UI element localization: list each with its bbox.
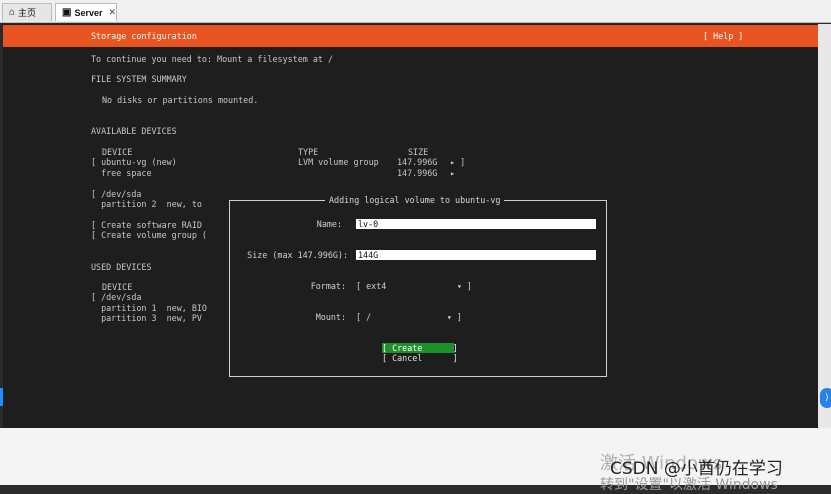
- header-bar: Storage configuration [ Help ]: [3, 25, 818, 47]
- used-column-device: DEVICE: [102, 282, 133, 292]
- name-input[interactable]: lv-0: [356, 219, 596, 229]
- header-title: Storage configuration: [91, 31, 197, 41]
- used-row-partition-3[interactable]: partition 3 new, PV: [91, 313, 202, 324]
- side-marker: [0, 388, 3, 406]
- mount-select[interactable]: [ / ▾ ]: [356, 312, 462, 323]
- help-button[interactable]: [ Help ]: [703, 31, 743, 42]
- server-icon: ▣: [62, 7, 72, 18]
- device-row-size: 147.996G: [397, 168, 438, 178]
- column-device: DEVICE: [102, 147, 133, 157]
- device-row-action[interactable]: ▸: [450, 168, 455, 179]
- name-label: Name:: [316, 219, 342, 229]
- tab-home[interactable]: ⌂ 主页: [2, 3, 52, 21]
- size-label: Size (max 147.996G):: [247, 250, 348, 260]
- vertical-scrollbar[interactable]: [818, 24, 831, 428]
- assistant-icon[interactable]: ⟩: [820, 388, 831, 408]
- fs-summary-title: FILE SYSTEM SUMMARY: [91, 74, 187, 84]
- device-row-action[interactable]: ▸ ]: [450, 157, 465, 168]
- format-select[interactable]: [ ext4 ▾ ]: [356, 281, 472, 292]
- tab-home-label: 主页: [18, 8, 37, 18]
- device-row-dev-sda[interactable]: [ /dev/sda: [91, 189, 141, 200]
- tab-server-label: Server: [74, 7, 103, 18]
- used-row-partition-1[interactable]: partition 1 new, BIO: [91, 303, 207, 314]
- fs-summary-text: No disks or partitions mounted.: [102, 95, 259, 105]
- available-devices-title: AVAILABLE DEVICES: [91, 126, 177, 136]
- cancel-button[interactable]: [ Cancel ]: [382, 353, 458, 363]
- mount-label: Mount:: [315, 312, 346, 322]
- terminal-screen: Storage configuration [ Help ] To contin…: [3, 24, 818, 428]
- create-software-raid[interactable]: [ Create software RAID: [91, 220, 202, 231]
- device-row-partition-2[interactable]: partition 2 new, to: [91, 199, 202, 210]
- home-icon: ⌂: [9, 7, 16, 18]
- intro-text: To continue you need to: Mount a filesys…: [91, 54, 334, 64]
- device-row-type: LVM volume group: [298, 157, 379, 167]
- close-tab-icon[interactable]: ✕: [108, 7, 116, 18]
- create-volume-group[interactable]: [ Create volume group (: [91, 230, 207, 241]
- used-devices-title: USED DEVICES: [91, 262, 152, 272]
- format-label: Format:: [310, 281, 346, 291]
- device-row-size: 147.996G: [397, 157, 438, 167]
- create-button[interactable]: [ Create ]: [382, 343, 458, 353]
- size-input[interactable]: 144G: [356, 250, 596, 260]
- device-row-free-space[interactable]: free space: [91, 168, 151, 179]
- activation-hint: 转到"设置"以激活 Windows: [600, 477, 778, 493]
- device-row-ubuntu-vg[interactable]: [ ubuntu-vg (new): [91, 157, 177, 168]
- tab-server[interactable]: ▣ Server ✕: [55, 3, 117, 21]
- browser-tab-bar: ⌂ 主页 ▣ Server ✕: [0, 0, 831, 23]
- dialog-title: Adding logical volume to ubuntu-vg: [325, 195, 505, 206]
- column-type: TYPE: [298, 147, 319, 157]
- used-row-dev-sda[interactable]: [ /dev/sda: [91, 292, 141, 303]
- column-size: SIZE: [408, 147, 429, 157]
- add-logical-volume-dialog: Adding logical volume to ubuntu-vg Name:…: [229, 195, 607, 377]
